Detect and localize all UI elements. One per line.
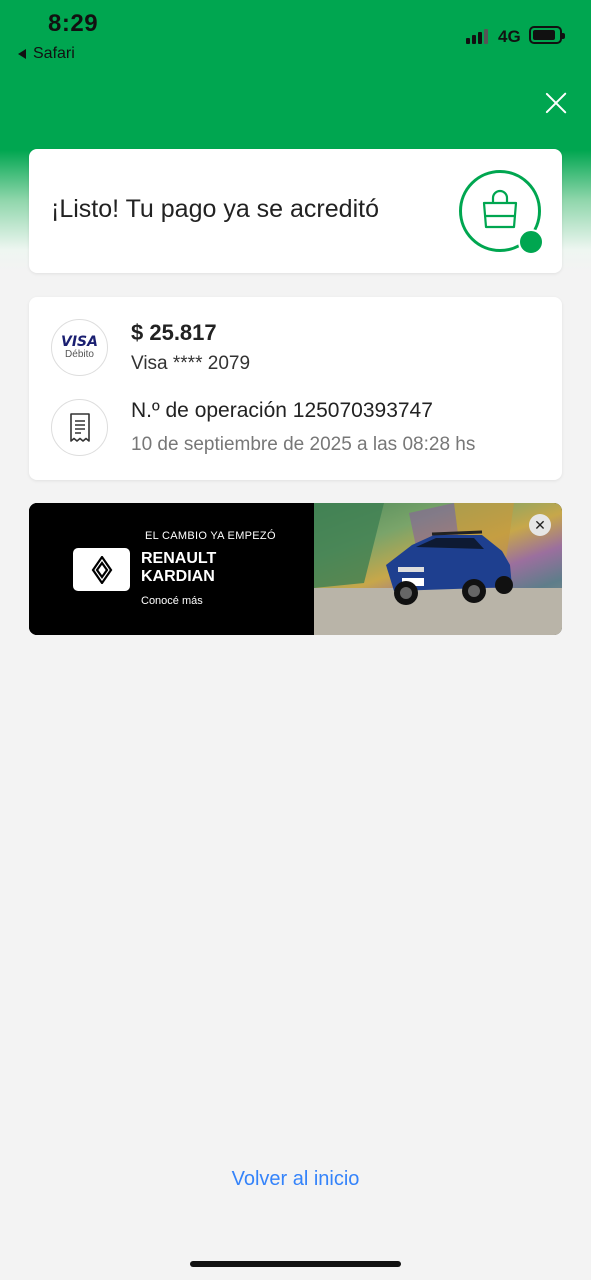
success-title: ¡Listo! Tu pago ya se acreditó bbox=[51, 195, 379, 223]
back-to-safari-link[interactable]: Safari bbox=[18, 45, 75, 63]
renault-ad-banner[interactable]: EL CAMBIO YA EMPEZÓ RENAULT KARDIAN Cono… bbox=[29, 503, 562, 635]
operation-date: 10 de septiembre de 2025 a las 08:28 hs bbox=[131, 434, 476, 455]
ad-tagline: EL CAMBIO YA EMPEZÓ bbox=[145, 530, 276, 542]
operation-number: N.º de operación 125070393747 bbox=[131, 399, 433, 422]
battery-icon bbox=[529, 26, 565, 44]
back-arrow-icon bbox=[18, 49, 26, 59]
shopping-bag-icon bbox=[459, 170, 551, 259]
car-image bbox=[314, 503, 562, 635]
ad-brand-line1: RENAULT bbox=[141, 550, 217, 567]
payment-amount: $ 25.817 bbox=[131, 320, 217, 345]
ad-brand-line2: KARDIAN bbox=[141, 568, 215, 585]
payment-success-card: ¡Listo! Tu pago ya se acreditó bbox=[29, 149, 562, 273]
check-icon bbox=[518, 229, 551, 259]
card-number: Visa **** 2079 bbox=[131, 353, 251, 374]
visa-debit-icon: VISA Débito bbox=[51, 319, 108, 376]
status-bar: 8:29 Safari 4G bbox=[0, 0, 591, 70]
ad-text-panel: EL CAMBIO YA EMPEZÓ RENAULT KARDIAN Cono… bbox=[29, 503, 314, 635]
renault-logo-icon bbox=[73, 548, 130, 591]
back-home-button[interactable]: Volver al inicio bbox=[0, 1168, 591, 1191]
signal-strength-icon bbox=[466, 28, 488, 44]
status-time: 8:29 bbox=[48, 10, 99, 37]
close-button[interactable] bbox=[543, 90, 569, 116]
card-brand: VISA bbox=[61, 333, 98, 350]
receipt-icon bbox=[51, 399, 108, 456]
back-app-label: Safari bbox=[33, 45, 75, 62]
ad-brand: RENAULT KARDIAN bbox=[141, 550, 216, 586]
ad-cta-link[interactable]: Conocé más bbox=[141, 595, 203, 607]
payment-details-card: VISA Débito $ 25.817 Visa **** 2079 N.º … bbox=[29, 297, 562, 480]
home-indicator[interactable] bbox=[190, 1261, 401, 1267]
card-type: Débito bbox=[65, 348, 94, 360]
ad-close-button[interactable]: ✕ bbox=[529, 514, 551, 536]
network-type: 4G bbox=[498, 27, 521, 46]
